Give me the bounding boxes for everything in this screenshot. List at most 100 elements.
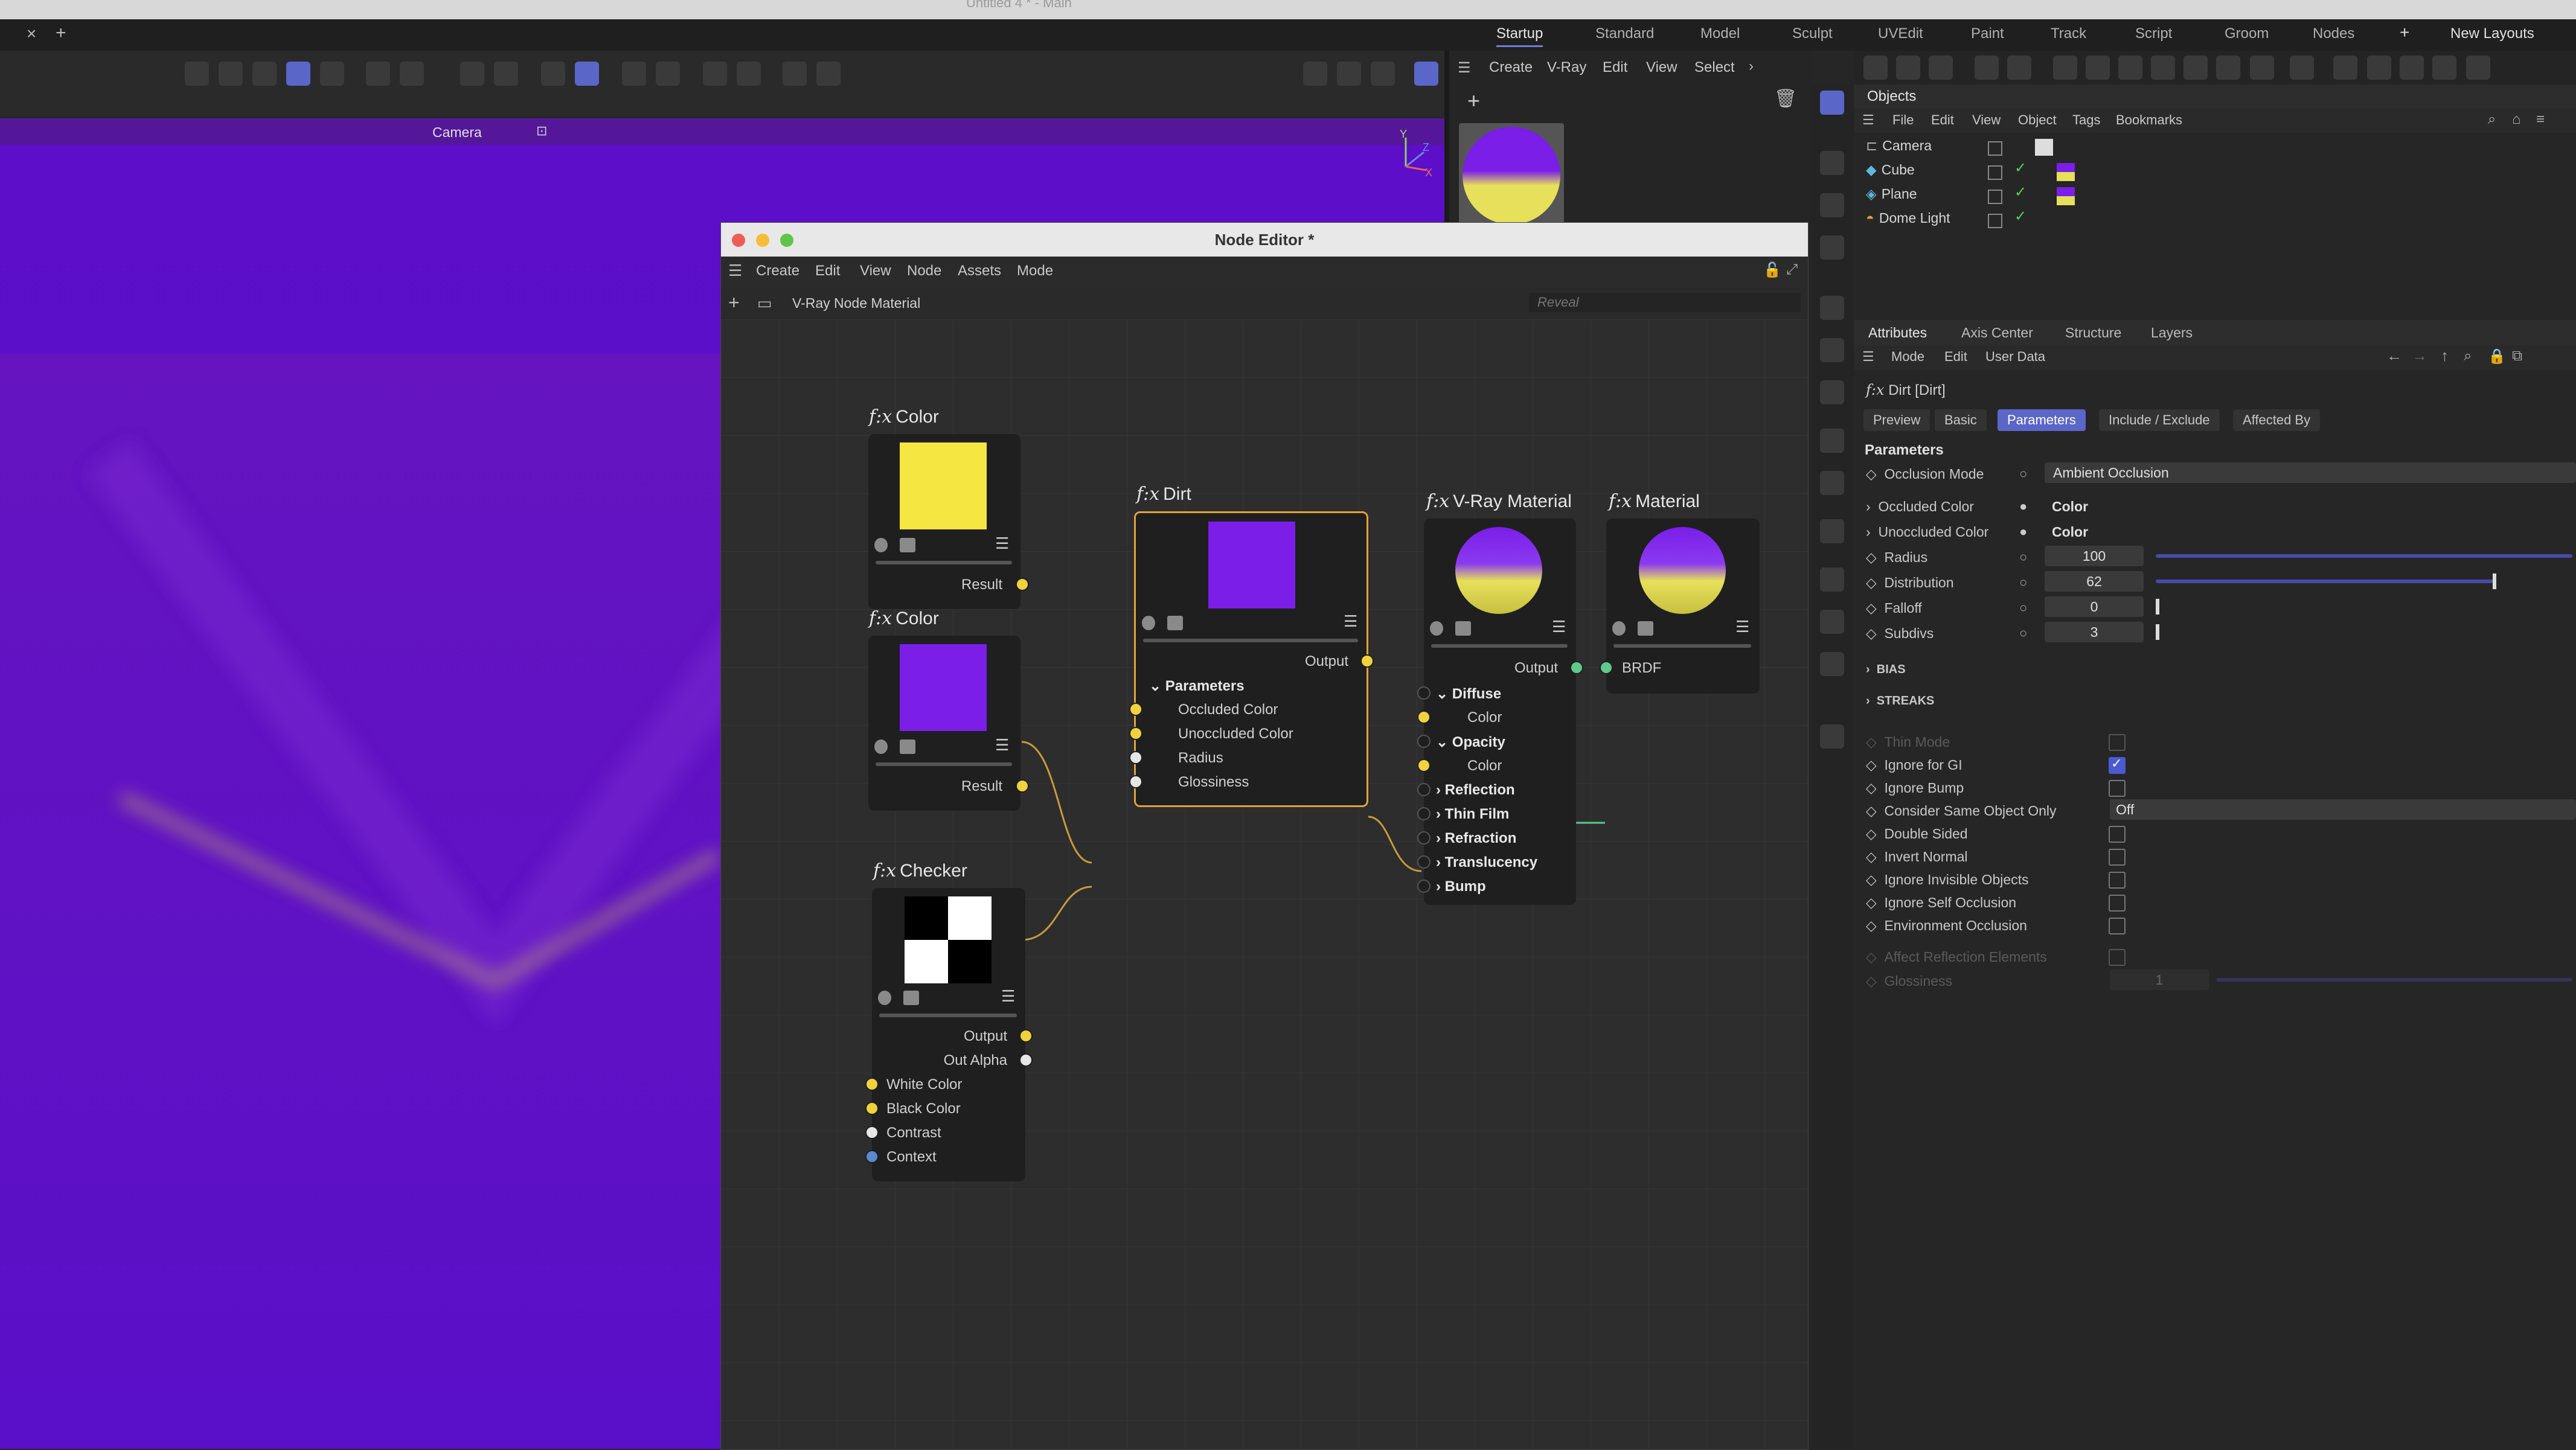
cloner-icon[interactable] bbox=[1820, 338, 1844, 362]
forward-arrow-icon[interactable]: → bbox=[2412, 347, 2427, 365]
attributes-hamburger-icon[interactable]: ☰ bbox=[1862, 349, 1874, 365]
color-node-2-title[interactable]: f:x Color bbox=[869, 608, 939, 629]
select-tool-icon[interactable] bbox=[185, 62, 209, 86]
distribution-slider-handle[interactable] bbox=[2493, 573, 2496, 589]
node-menu-icon[interactable]: ☰ bbox=[995, 534, 1009, 553]
objects-menu-view[interactable]: View bbox=[1972, 112, 2001, 128]
trash-icon[interactable]: 🗑 bbox=[1774, 88, 1797, 109]
menu-select[interactable]: Select bbox=[1694, 59, 1735, 76]
subtab-basic[interactable]: Basic bbox=[1935, 409, 1987, 431]
object-row-camera[interactable]: ⊏ Camera bbox=[1866, 138, 1932, 154]
ne-expand-icon[interactable]: ⤢ bbox=[1786, 261, 1798, 278]
plane-visibility-toggle[interactable] bbox=[1988, 190, 2002, 204]
vray-opacity-port[interactable] bbox=[1417, 735, 1431, 748]
color-node-1[interactable]: ☰ Result bbox=[868, 434, 1029, 609]
polygon-mode-icon[interactable] bbox=[320, 62, 344, 86]
axis-icon[interactable] bbox=[366, 62, 390, 86]
glossiness-input[interactable]: 1 bbox=[2110, 969, 2209, 990]
objects-menu-edit[interactable]: Edit bbox=[1931, 112, 1954, 128]
settings-icon[interactable] bbox=[737, 62, 761, 86]
tab-sculpt[interactable]: Sculpt bbox=[1792, 25, 1833, 42]
dirt-occluded-color-port[interactable] bbox=[1129, 703, 1142, 716]
color-node-1-result-port[interactable] bbox=[1016, 578, 1029, 591]
ne-menu-assets[interactable]: Assets bbox=[958, 263, 1001, 279]
subdivs-input[interactable]: 3 bbox=[2045, 622, 2144, 642]
text-icon[interactable] bbox=[1820, 235, 1844, 260]
ignore-self-checkbox[interactable] bbox=[2109, 895, 2126, 912]
ne-menu-edit[interactable]: Edit bbox=[815, 263, 840, 279]
occlusion-mode-dropdown[interactable]: Ambient Occlusion bbox=[2045, 462, 2576, 483]
hamburger-menu-icon[interactable]: ☰ bbox=[1458, 59, 1471, 77]
falloff-input[interactable]: 0 bbox=[2045, 596, 2144, 617]
group-bias[interactable]: › BIAS bbox=[1866, 663, 1906, 677]
ne-path-label[interactable]: V-Ray Node Material bbox=[792, 295, 920, 311]
menu-edit[interactable]: Edit bbox=[1603, 59, 1627, 76]
cube-material-tag-icon[interactable] bbox=[2057, 163, 2075, 181]
dirt-glossiness-port[interactable] bbox=[1129, 775, 1142, 788]
tab-attributes[interactable]: Attributes bbox=[1868, 325, 1927, 341]
node-menu-icon[interactable]: ☰ bbox=[1001, 987, 1015, 1006]
target-icon[interactable] bbox=[656, 62, 680, 86]
tab-standard[interactable]: Standard bbox=[1595, 25, 1654, 42]
dirt-unoccluded-color-port[interactable] bbox=[1129, 727, 1142, 740]
object-row-cube[interactable]: ◆ Cube bbox=[1866, 162, 1915, 178]
objects-menu-tags[interactable]: Tags bbox=[2072, 112, 2100, 128]
subtab-parameters[interactable]: Parameters bbox=[1998, 409, 2086, 431]
dome-light-visibility-toggle[interactable] bbox=[1988, 214, 2002, 228]
affect-reflection-checkbox[interactable] bbox=[2109, 949, 2126, 966]
unoccluded-color-value[interactable]: Color bbox=[2052, 524, 2088, 540]
dirt-radius-port[interactable] bbox=[1129, 751, 1142, 764]
ne-menu-mode[interactable]: Mode bbox=[1017, 263, 1053, 279]
tab-paint[interactable]: Paint bbox=[1971, 25, 2004, 42]
scale-tool-icon[interactable] bbox=[252, 62, 277, 86]
close-window-button[interactable] bbox=[732, 234, 745, 247]
camera-rig-icon[interactable] bbox=[1820, 610, 1844, 634]
material-brdf-port[interactable] bbox=[1600, 661, 1613, 674]
ne-menu-view[interactable]: View bbox=[860, 263, 891, 279]
occluded-color-link-icon[interactable]: ● bbox=[2019, 499, 2027, 514]
home-icon[interactable]: ⌂ bbox=[2512, 111, 2521, 128]
shape-icon[interactable] bbox=[2086, 56, 2110, 80]
distribution-input[interactable]: 62 bbox=[2045, 571, 2144, 592]
vray-bump-port[interactable] bbox=[1417, 880, 1431, 893]
objects-menu-file[interactable]: File bbox=[1892, 112, 1914, 128]
node-menu-icon[interactable]: ☰ bbox=[1735, 618, 1749, 636]
subtab-preview[interactable]: Preview bbox=[1863, 409, 1930, 431]
tab-structure[interactable]: Structure bbox=[2065, 325, 2121, 341]
vray-opacity-label[interactable]: ⌄ Opacity bbox=[1436, 733, 1505, 751]
checker-node[interactable]: ☰ Output Out Alpha White Color Black Col… bbox=[865, 888, 1033, 1181]
checker-context-port[interactable] bbox=[865, 1150, 879, 1163]
grid-icon[interactable] bbox=[541, 62, 565, 86]
objects-hamburger-icon[interactable]: ☰ bbox=[1862, 112, 1874, 128]
menu-vray[interactable]: V-Ray bbox=[1547, 59, 1586, 76]
distribution-slider[interactable] bbox=[2156, 580, 2494, 583]
tab-model[interactable]: Model bbox=[1700, 25, 1740, 42]
group-streaks[interactable]: › STREAKS bbox=[1866, 694, 1934, 708]
add-tab-icon[interactable]: + bbox=[56, 23, 66, 43]
volume-icon[interactable] bbox=[2466, 56, 2490, 80]
distribution-anim-icon[interactable]: ○ bbox=[2019, 575, 2027, 590]
new-layouts-button[interactable]: New Layouts bbox=[2450, 25, 2534, 42]
close-icon[interactable]: × bbox=[27, 24, 36, 43]
node-menu-icon[interactable]: ☰ bbox=[1552, 618, 1566, 636]
material-output-node[interactable]: ☰ BRDF bbox=[1600, 519, 1760, 694]
checker-black-color-port[interactable] bbox=[865, 1102, 879, 1115]
light-rig-icon[interactable] bbox=[1820, 652, 1844, 676]
search-icon[interactable]: ⌕ bbox=[2488, 111, 2496, 128]
mesh-icon[interactable] bbox=[2432, 56, 2456, 80]
same-object-dropdown[interactable]: Off bbox=[2110, 799, 2576, 820]
radius-anim-icon[interactable]: ○ bbox=[2019, 549, 2027, 565]
ne-menu-node[interactable]: Node bbox=[907, 263, 941, 279]
camera-visibility-toggle[interactable] bbox=[1988, 141, 2002, 156]
teapot-alt-icon[interactable] bbox=[1896, 56, 1920, 80]
tab-uvedit[interactable]: UVEdit bbox=[1878, 25, 1923, 42]
radius-input[interactable]: 100 bbox=[2045, 546, 2144, 566]
field-icon[interactable] bbox=[1820, 471, 1844, 495]
globe-icon[interactable] bbox=[1820, 567, 1844, 592]
pen-icon[interactable] bbox=[1820, 724, 1844, 749]
clay-icon[interactable] bbox=[2118, 56, 2142, 80]
objects-title[interactable]: Objects bbox=[1867, 88, 1916, 105]
attributes-search-icon[interactable]: ⌕ bbox=[2464, 348, 2472, 365]
camera-tool-icon[interactable] bbox=[1975, 56, 1999, 80]
projector-icon[interactable] bbox=[2250, 56, 2274, 80]
